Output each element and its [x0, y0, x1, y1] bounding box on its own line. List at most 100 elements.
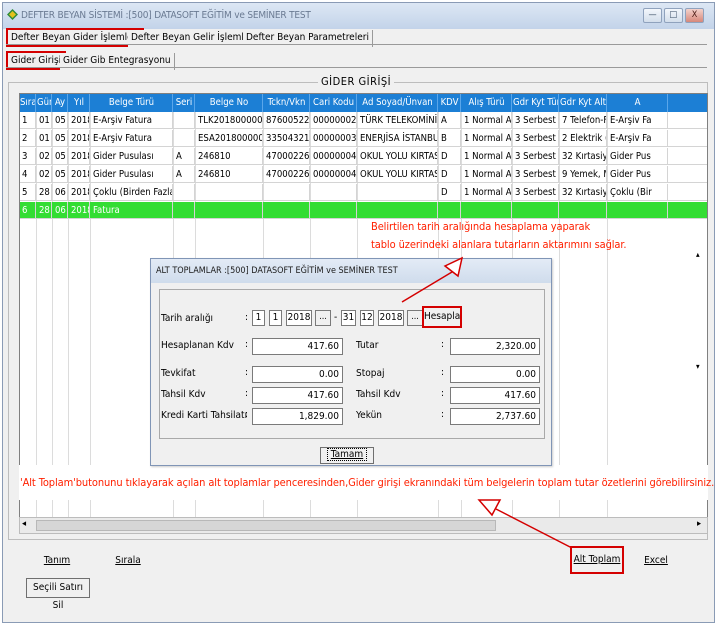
table-cell [174, 130, 195, 147]
secili-satiri-sil-button[interactable]: Seçili Satırı Sil [26, 578, 90, 611]
table-row[interactable]: 302052018Gider PusulasıA2468104700022689… [20, 148, 707, 165]
table-row[interactable]: 402052018Gider PusulasıA2468104700022689… [20, 166, 707, 183]
table-cell: 246810 [196, 148, 263, 165]
tanim-button[interactable]: Tanım [32, 548, 82, 574]
table-cell: 32 Kırtasiye [560, 184, 607, 201]
table-cell [174, 112, 195, 129]
column-header[interactable]: A [608, 94, 668, 112]
minimize-button[interactable]: — [643, 8, 662, 23]
scroll-left-icon[interactable]: ◂ [22, 519, 26, 529]
excel-button-label: Excel [644, 555, 668, 566]
table-cell: 3 Serbest I [513, 166, 559, 183]
value-field: 2,737.60 [450, 408, 540, 425]
table-cell [174, 202, 195, 219]
value-field: 0.00 [252, 366, 343, 383]
table-row[interactable]: 101052018E-Arşiv Fatura TLK20180000008760… [20, 112, 707, 129]
tanim-button-label: Tanım [43, 555, 71, 566]
table-cell: OKUL YOLU KIRTASI [358, 148, 438, 165]
alt-toplamlar-dialog: ALT TOPLAMLAR :[500] DATASOFT EĞİTİM ve … [150, 258, 552, 466]
sirala-button-label: Sırala [115, 555, 141, 566]
column-header[interactable]: Gün [37, 94, 52, 112]
table-cell: Çoklu (Birden Fazla) [91, 184, 173, 201]
table-cell: 1 Normal A [462, 166, 512, 183]
column-header[interactable]: Alış Türü [462, 94, 512, 112]
table-cell [439, 202, 461, 219]
dialog-fields: Hesaplanan Kdv:417.60 Tevkifat:0.00 Tahsil… [151, 259, 551, 459]
column-header[interactable]: Ay [53, 94, 68, 112]
table-cell: 00000002 [311, 112, 357, 129]
table-cell: TLK2018000000 [196, 112, 263, 129]
table-cell: 3 Serbest I [513, 112, 559, 129]
scroll-thumb[interactable] [36, 520, 496, 531]
table-row[interactable]: 628062018Fatura [20, 202, 707, 219]
table-cell: 4 [20, 166, 36, 183]
colon: : [245, 388, 249, 399]
field-label: Tahsil Kdv [356, 389, 401, 400]
column-header[interactable]: Sıra [20, 94, 36, 112]
table-cell: E-Arşiv Fa [608, 112, 668, 129]
table-cell: 3 Serbest I [513, 184, 559, 201]
table-cell: 3 [20, 148, 36, 165]
alt-toplam-button[interactable]: Alt Toplam [570, 546, 624, 574]
colon: : [441, 409, 445, 420]
field-label: Tahsil Kdv [161, 389, 206, 400]
table-cell: 3350432123 [264, 130, 310, 147]
column-header[interactable]: Gdr Kyt Alt [560, 94, 607, 112]
table-cell: 2018 [69, 112, 90, 129]
column-header[interactable]: Ad Soyad/Ünvan [358, 94, 438, 112]
group-title: GİDER GİRİŞİ [318, 75, 395, 88]
table-cell: 06 [53, 202, 68, 219]
annotation-top-line1: Belirtilen tarih aralığında hesaplama ya… [371, 220, 591, 233]
maximize-button[interactable]: □ [664, 8, 683, 23]
table-row[interactable]: 528062018Çoklu (Birden Fazla) D1 Normal A… [20, 184, 707, 201]
scroll-up-icon[interactable]: ▴ [696, 250, 700, 259]
table-cell: ESA2018000000 [196, 130, 263, 147]
column-header[interactable]: Belge Türü [91, 94, 173, 112]
column-header[interactable]: Gdr Kyt Tür [513, 94, 559, 112]
column-header[interactable]: Belge No [196, 94, 263, 112]
field-label: Tutar [356, 340, 379, 351]
table-cell: B [439, 130, 461, 147]
table-cell: 00000003 [311, 130, 357, 147]
close-button[interactable]: X [685, 8, 704, 23]
sirala-button[interactable]: Sırala [100, 548, 156, 574]
subtab-divider [6, 67, 707, 68]
table-cell: 2018 [69, 148, 90, 165]
column-header[interactable]: Seri [174, 94, 195, 112]
excel-button[interactable]: Excel [634, 548, 678, 574]
value-field: 1,829.00 [252, 408, 343, 425]
horizontal-scrollbar[interactable]: ◂ ▸ [19, 517, 708, 534]
table-cell: Gider Pus [608, 166, 668, 183]
table-cell [513, 202, 559, 219]
column-header[interactable]: Yıl [69, 94, 90, 112]
table-cell: 2018 [69, 202, 90, 219]
table-cell: 2 [20, 130, 36, 147]
scroll-down-icon[interactable]: ▾ [696, 362, 700, 371]
annotation-bottom: 'Alt Toplam'butonunu tıklayarak açılan a… [20, 476, 715, 489]
table-cell: 05 [53, 112, 68, 129]
table-cell: 00000004 [311, 166, 357, 183]
table-cell: OKUL YOLU KIRTASI [358, 166, 438, 183]
table-cell: Gider Pus [608, 148, 668, 165]
table-cell [196, 184, 263, 201]
colon: : [441, 367, 445, 378]
tamam-button[interactable]: Tamam [320, 447, 374, 464]
table-row[interactable]: 201052018E-Arşiv Fatura ESA20180000003350… [20, 130, 707, 147]
table-cell: 28 [37, 202, 52, 219]
table-cell [462, 202, 512, 219]
table-cell: 1 [20, 112, 36, 129]
table-cell: D [439, 148, 461, 165]
table-cell: 1 Normal A [462, 112, 512, 129]
title-bar: DEFTER BEYAN SİSTEMİ :[500] DATASOFT EĞİ… [3, 3, 714, 29]
tab-divider [6, 44, 707, 45]
table-cell: 32 Kırtasiye [560, 148, 607, 165]
table-cell [358, 184, 438, 201]
scroll-right-icon[interactable]: ▸ [697, 519, 701, 529]
table-cell: 4700022689 [264, 166, 310, 183]
column-header[interactable]: Cari Kodu [311, 94, 357, 112]
column-header[interactable]: Tckn/Vkn [264, 94, 310, 112]
column-header[interactable]: KDV [439, 94, 461, 112]
alt-toplam-button-label: Alt Toplam [573, 554, 621, 565]
table-cell: E-Arşiv Fatura [91, 112, 173, 129]
table-cell: 06 [53, 184, 68, 201]
